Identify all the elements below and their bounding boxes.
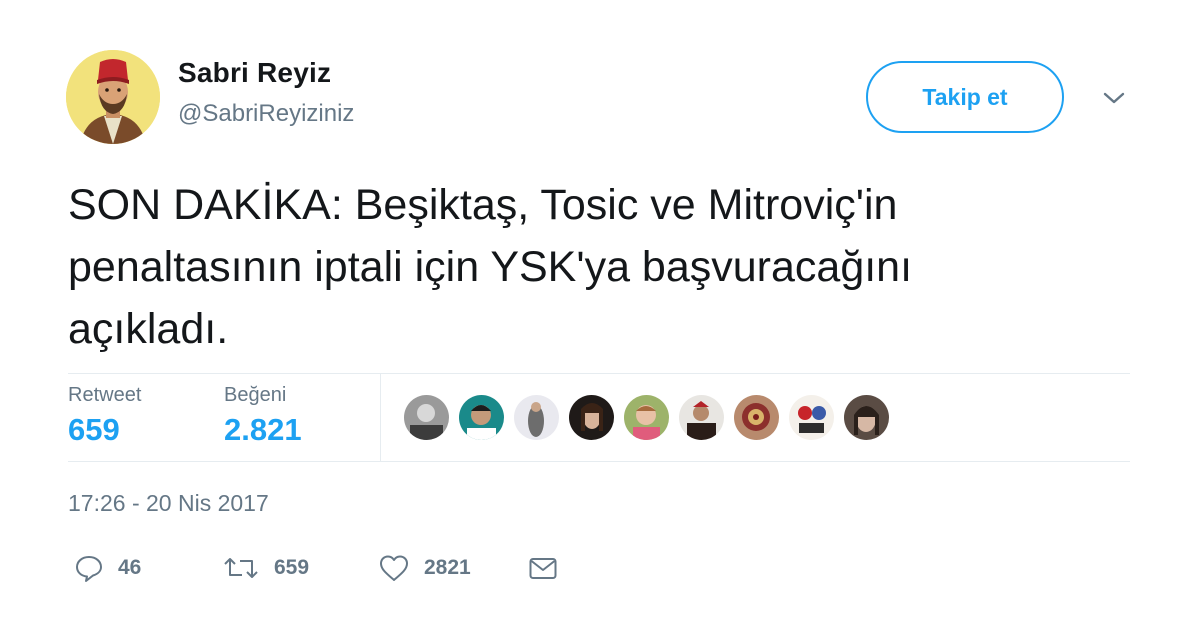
liker-avatar[interactable]: [789, 395, 834, 440]
reply-count: 46: [118, 556, 142, 579]
tweet-timestamp[interactable]: 17:26 - 20 Nis 2017: [68, 490, 269, 517]
liker-avatar[interactable]: [734, 395, 779, 440]
liker-avatars: [404, 395, 889, 440]
liker-avatar[interactable]: [569, 395, 614, 440]
retweet-stat-label[interactable]: Retweet: [68, 384, 141, 407]
liker-avatar[interactable]: [514, 395, 559, 440]
user-handle[interactable]: @SabriReyiziniz: [178, 100, 354, 128]
envelope-icon: [528, 553, 558, 583]
retweet-count: 659: [274, 556, 310, 579]
avatar[interactable]: [66, 50, 160, 144]
follow-button[interactable]: Takip et: [866, 61, 1064, 133]
retweet-button[interactable]: 659: [222, 552, 309, 584]
like-stat-value[interactable]: 2.821: [224, 412, 302, 448]
liker-avatar[interactable]: [404, 395, 449, 440]
liker-avatar[interactable]: [679, 395, 724, 440]
direct-message-button[interactable]: [528, 552, 558, 584]
display-name[interactable]: Sabri Reyiz: [178, 57, 331, 89]
liker-avatar[interactable]: [844, 395, 889, 440]
tweet-line: penaltasının iptali için YSK'ya başvurac…: [68, 243, 913, 291]
divider: [68, 461, 1130, 462]
heart-icon: [378, 553, 410, 583]
like-count: 2821: [424, 556, 471, 579]
like-button[interactable]: 2821: [378, 552, 471, 584]
tweet-text: SON DAKİKA: Beşiktaş, Tosic ve Mitroviç'…: [68, 174, 1148, 360]
stats-divider: [380, 374, 381, 461]
tweet-line: SON DAKİKA: Beşiktaş, Tosic ve Mitroviç'…: [68, 181, 898, 229]
liker-avatar[interactable]: [459, 395, 504, 440]
retweet-stat-value[interactable]: 659: [68, 412, 120, 448]
divider: [68, 373, 1130, 374]
like-stat-label[interactable]: Beğeni: [224, 384, 286, 407]
reply-icon: [74, 553, 104, 583]
liker-avatar[interactable]: [624, 395, 669, 440]
chevron-down-icon[interactable]: [1100, 86, 1128, 110]
tweet-line: açıkladı.: [68, 305, 229, 353]
retweet-icon: [222, 553, 260, 583]
avatar-icon: [66, 50, 160, 144]
reply-button[interactable]: 46: [74, 552, 141, 584]
